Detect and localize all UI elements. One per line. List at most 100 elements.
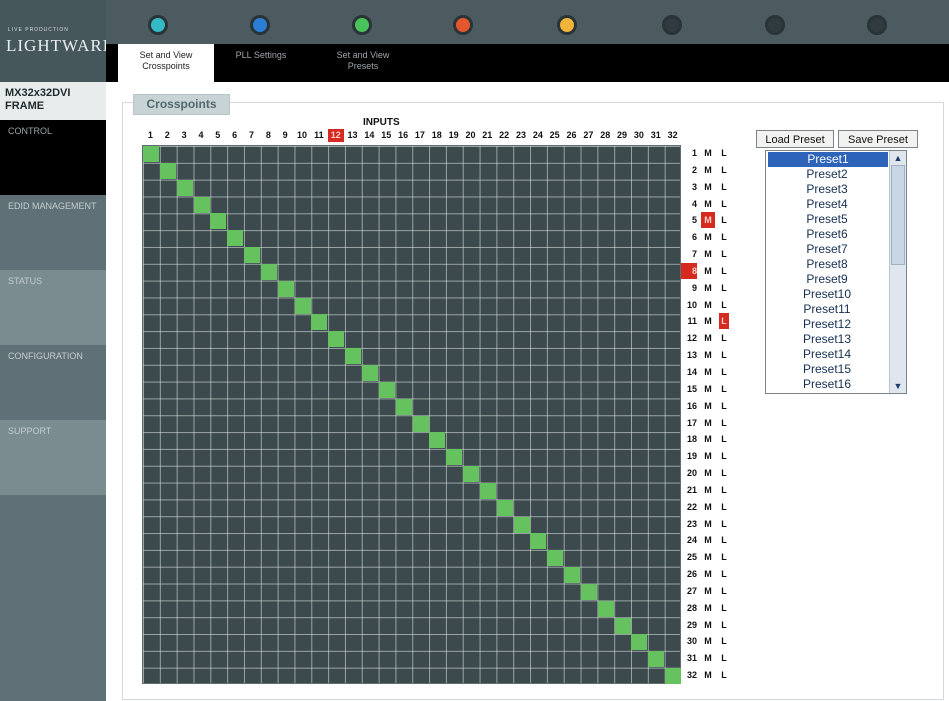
mute-button[interactable]: M xyxy=(701,196,715,212)
output-number[interactable]: 13 xyxy=(681,347,697,363)
mute-button[interactable]: M xyxy=(701,516,715,532)
output-number[interactable]: 21 xyxy=(681,482,697,498)
preset-item[interactable]: Preset9 xyxy=(766,272,888,287)
lock-button[interactable]: L xyxy=(719,617,729,633)
tab-presets[interactable]: Set and View Presets xyxy=(326,44,400,82)
crosspoint-cell[interactable] xyxy=(631,634,648,651)
preset-item[interactable]: Preset2 xyxy=(766,167,888,182)
input-number[interactable]: 14 xyxy=(361,129,377,142)
load-preset-button[interactable]: Load Preset xyxy=(756,130,834,148)
mute-button[interactable]: M xyxy=(701,549,715,565)
crosspoint-cell[interactable] xyxy=(193,196,210,213)
mute-button[interactable]: M xyxy=(701,600,715,616)
output-number[interactable]: 15 xyxy=(681,381,697,397)
lock-button[interactable]: L xyxy=(719,145,729,161)
mute-button[interactable]: M xyxy=(701,145,715,161)
output-number[interactable]: 32 xyxy=(681,667,697,683)
preset-item[interactable]: Preset15 xyxy=(766,362,888,377)
crosspoint-cell[interactable] xyxy=(530,533,547,550)
input-number[interactable]: 5 xyxy=(210,129,226,142)
crosspoint-cell[interactable] xyxy=(227,230,244,247)
mute-button[interactable]: M xyxy=(701,364,715,380)
output-number[interactable]: 29 xyxy=(681,617,697,633)
scroll-thumb[interactable] xyxy=(891,165,905,265)
input-number[interactable]: 30 xyxy=(631,129,647,142)
input-number[interactable]: 15 xyxy=(378,129,394,142)
mute-button[interactable]: M xyxy=(701,583,715,599)
lock-button[interactable]: L xyxy=(719,448,729,464)
crosspoint-cell[interactable] xyxy=(580,583,597,600)
input-number[interactable]: 28 xyxy=(597,129,613,142)
output-number[interactable]: 1 xyxy=(681,145,697,161)
crosspoint-cell[interactable] xyxy=(260,263,277,280)
output-number[interactable]: 12 xyxy=(681,330,697,346)
input-number[interactable]: 10 xyxy=(294,129,310,142)
input-number[interactable]: 23 xyxy=(513,129,529,142)
input-number[interactable]: 6 xyxy=(227,129,243,142)
input-number[interactable]: 4 xyxy=(193,129,209,142)
lock-button[interactable]: L xyxy=(719,583,729,599)
crosspoint-cell[interactable] xyxy=(294,297,311,314)
output-number[interactable]: 25 xyxy=(681,549,697,565)
input-number[interactable]: 21 xyxy=(479,129,495,142)
input-number[interactable]: 31 xyxy=(648,129,664,142)
mute-button[interactable]: M xyxy=(701,330,715,346)
mute-button[interactable]: M xyxy=(701,263,715,279)
crosspoint-cell[interactable] xyxy=(159,162,176,179)
mute-button[interactable]: M xyxy=(701,381,715,397)
lock-button[interactable]: L xyxy=(719,313,729,330)
output-number[interactable]: 23 xyxy=(681,516,697,532)
preset-item[interactable]: Preset10 xyxy=(766,287,888,302)
output-number[interactable]: 11 xyxy=(681,313,697,329)
mute-button[interactable]: M xyxy=(701,617,715,633)
crosspoint-cell[interactable] xyxy=(143,146,159,162)
lock-button[interactable]: L xyxy=(719,600,729,616)
crosspoint-cell[interactable] xyxy=(244,247,261,264)
output-number[interactable]: 16 xyxy=(681,398,697,414)
crosspoint-cell[interactable] xyxy=(614,617,631,634)
output-number[interactable]: 6 xyxy=(681,229,697,245)
mute-button[interactable]: M xyxy=(701,532,715,548)
lock-button[interactable]: L xyxy=(719,532,729,548)
lock-button[interactable]: L xyxy=(719,499,729,515)
crosspoint-cell[interactable] xyxy=(648,651,665,668)
lock-button[interactable]: L xyxy=(719,212,729,228)
preset-item[interactable]: Preset1 xyxy=(768,152,888,167)
lock-button[interactable]: L xyxy=(719,263,729,279)
preset-item[interactable]: Preset3 xyxy=(766,182,888,197)
mute-button[interactable]: M xyxy=(701,162,715,178)
mute-button[interactable]: M xyxy=(701,297,715,313)
menu-control[interactable]: CONTROL xyxy=(0,120,106,195)
lock-button[interactable]: L xyxy=(719,482,729,498)
lock-button[interactable]: L xyxy=(719,431,729,447)
lock-button[interactable]: L xyxy=(719,330,729,346)
output-number[interactable]: 8 xyxy=(681,262,697,279)
lock-button[interactable]: L xyxy=(719,465,729,481)
input-number[interactable]: 8 xyxy=(260,129,276,142)
output-number[interactable]: 17 xyxy=(681,415,697,431)
lock-button[interactable]: L xyxy=(719,415,729,431)
preset-item[interactable]: Preset5 xyxy=(766,212,888,227)
lock-button[interactable]: L xyxy=(719,633,729,649)
lock-button[interactable]: L xyxy=(719,566,729,582)
crosspoint-cell[interactable] xyxy=(412,415,429,432)
input-number[interactable]: 17 xyxy=(412,129,428,142)
crosspoint-cell[interactable] xyxy=(429,432,446,449)
preset-item[interactable]: Preset13 xyxy=(766,332,888,347)
crosspoint-cell[interactable] xyxy=(547,550,564,567)
lock-button[interactable]: L xyxy=(719,280,729,296)
crosspoint-cell[interactable] xyxy=(361,364,378,381)
crosspoint-cell[interactable] xyxy=(395,398,412,415)
menu-edid-management[interactable]: EDID MANAGEMENT xyxy=(0,195,106,270)
input-number[interactable]: 20 xyxy=(462,129,478,142)
crosspoint-cell[interactable] xyxy=(564,567,581,584)
tab-crosspoints[interactable]: Set and View Crosspoints xyxy=(118,44,214,82)
input-number[interactable]: 7 xyxy=(243,129,259,142)
crosspoint-cell[interactable] xyxy=(277,280,294,297)
crosspoint-cell[interactable] xyxy=(210,213,227,230)
mute-button[interactable]: M xyxy=(701,179,715,195)
mute-button[interactable]: M xyxy=(701,431,715,447)
preset-item[interactable]: Preset6 xyxy=(766,227,888,242)
input-number[interactable]: 16 xyxy=(395,129,411,142)
output-number[interactable]: 14 xyxy=(681,364,697,380)
